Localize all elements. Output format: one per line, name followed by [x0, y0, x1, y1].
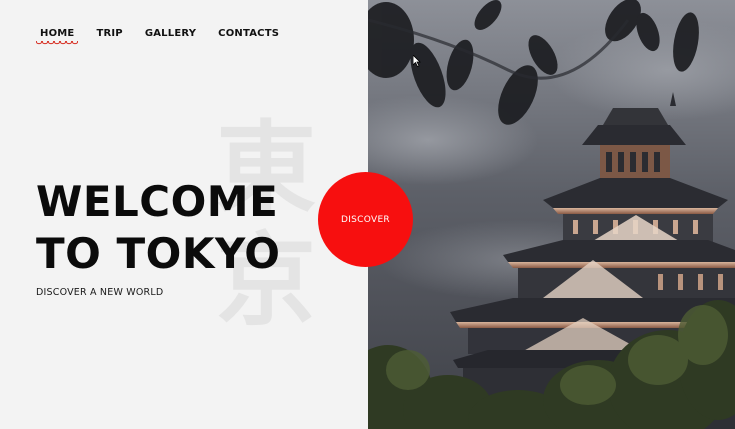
hero-title-line-1: WELCOME	[36, 177, 279, 226]
hero-photo-tokyo-castle	[368, 0, 735, 429]
hero-left-panel: HOME TRIP GALLERY CONTACTS 東 京 WELCOME T…	[0, 0, 368, 429]
discover-button[interactable]: DISCOVER	[318, 172, 413, 267]
nav-home-link[interactable]: HOME	[35, 28, 79, 46]
nav-gallery-link[interactable]: GALLERY	[143, 28, 198, 39]
castle-photo-illustration	[368, 0, 735, 429]
nav-trip-link[interactable]: TRIP	[94, 28, 124, 39]
hero-title: WELCOME TO TOKYO	[36, 176, 281, 280]
hero-title-line-2: TO TOKYO	[36, 229, 281, 278]
nav-contacts-link[interactable]: CONTACTS	[216, 28, 281, 39]
hero-subtitle: DISCOVER A NEW WORLD	[36, 287, 164, 298]
mouse-cursor-icon	[413, 55, 421, 67]
main-nav: HOME TRIP GALLERY CONTACTS	[35, 28, 299, 46]
